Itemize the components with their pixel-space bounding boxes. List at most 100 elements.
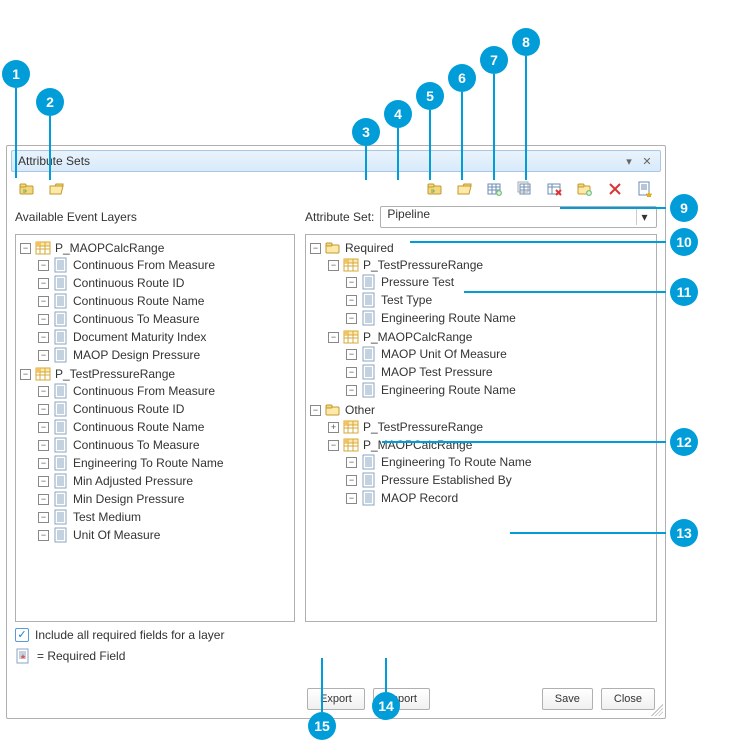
layer-icon (343, 329, 359, 345)
expander-icon[interactable] (328, 260, 339, 271)
tree-node[interactable]: MAOP Test Pressure (346, 364, 654, 380)
expander-icon[interactable] (328, 332, 339, 343)
expander-icon[interactable] (20, 369, 31, 380)
tree-node[interactable]: P_TestPressureRange (328, 419, 654, 435)
tree-label: Engineering Route Name (381, 311, 516, 325)
new-folder-button[interactable] (573, 178, 597, 200)
expander-icon[interactable] (346, 475, 357, 486)
expander-icon[interactable] (346, 313, 357, 324)
expander-icon[interactable] (38, 260, 49, 271)
tree-node[interactable]: Engineering Route Name (346, 382, 654, 398)
expander-icon[interactable] (38, 422, 49, 433)
tree-node[interactable]: MAOP Unit Of Measure (346, 346, 654, 362)
tree-node[interactable]: Unit Of Measure (38, 527, 292, 543)
required-fields-info-button[interactable] (633, 178, 657, 200)
tree-node[interactable]: MAOP Design Pressure (38, 347, 292, 363)
tree-node[interactable]: Other (310, 402, 654, 418)
expander-icon[interactable] (328, 422, 339, 433)
tree-node[interactable]: Pressure Test (346, 274, 654, 290)
tree-node[interactable]: Continuous To Measure (38, 311, 292, 327)
expander-icon[interactable] (346, 295, 357, 306)
tree-node[interactable]: Test Medium (38, 509, 292, 525)
expander-icon[interactable] (328, 440, 339, 451)
expander-icon[interactable] (38, 314, 49, 325)
expander-icon[interactable] (38, 278, 49, 289)
tree-node[interactable]: P_MAOPCalcRange (20, 240, 292, 256)
expand-all-right-button[interactable] (423, 178, 447, 200)
expander-icon[interactable] (38, 494, 49, 505)
expander-icon[interactable] (38, 512, 49, 523)
import-button[interactable]: Import (373, 688, 430, 710)
tree-node[interactable]: Continuous From Measure (38, 257, 292, 273)
tree-node[interactable]: Continuous Route ID (38, 275, 292, 291)
expander-icon[interactable] (38, 440, 49, 451)
field-icon (53, 509, 69, 525)
tree-node[interactable]: P_MAOPCalcRange (328, 437, 654, 453)
tree-label: P_MAOPCalcRange (363, 438, 472, 452)
expander-icon[interactable] (38, 296, 49, 307)
expander-icon[interactable] (346, 367, 357, 378)
field-icon (53, 329, 69, 345)
expander-icon[interactable] (38, 386, 49, 397)
expander-icon[interactable] (346, 493, 357, 504)
include-required-checkbox[interactable] (15, 628, 29, 642)
tree-label: Continuous From Measure (73, 258, 215, 272)
tree-node[interactable]: Test Type (346, 292, 654, 308)
tree-node[interactable]: Pressure Established By (346, 472, 654, 488)
collapse-all-left-button[interactable] (45, 178, 69, 200)
tree-label: Document Maturity Index (73, 330, 206, 344)
tree-node[interactable]: Document Maturity Index (38, 329, 292, 345)
expander-icon[interactable] (310, 405, 321, 416)
field-icon (53, 419, 69, 435)
tree-node[interactable]: Continuous Route ID (38, 401, 292, 417)
layer-icon (35, 240, 51, 256)
tree-node[interactable]: Continuous To Measure (38, 437, 292, 453)
expander-icon[interactable] (346, 349, 357, 360)
tree-node[interactable]: Min Adjusted Pressure (38, 473, 292, 489)
expander-icon[interactable] (346, 457, 357, 468)
expander-icon[interactable] (38, 332, 49, 343)
field-icon (361, 346, 377, 362)
tree-node[interactable]: Engineering To Route Name (38, 455, 292, 471)
collapse-icon[interactable]: ▾ (622, 154, 636, 168)
new-attribute-set-button[interactable] (483, 178, 507, 200)
expander-icon[interactable] (346, 277, 357, 288)
chevron-down-icon: ▾ (636, 209, 652, 225)
expander-icon[interactable] (310, 243, 321, 254)
tree-node[interactable]: Continuous Route Name (38, 419, 292, 435)
close-button[interactable]: Close (601, 688, 655, 710)
remove-button[interactable] (603, 178, 627, 200)
collapse-all-right-button[interactable] (453, 178, 477, 200)
available-layers-panel: P_MAOPCalcRange Continuous From Measure Co… (15, 234, 295, 622)
expander-icon[interactable] (38, 350, 49, 361)
tree-node[interactable]: Required (310, 240, 654, 256)
tree-node[interactable]: Continuous Route Name (38, 293, 292, 309)
field-icon (53, 257, 69, 273)
tree-node[interactable]: Engineering Route Name (346, 310, 654, 326)
expander-icon[interactable] (20, 243, 31, 254)
tree-node[interactable]: MAOP Record (346, 490, 654, 506)
required-field-legend: = Required Field (37, 649, 125, 663)
delete-attribute-set-button[interactable] (543, 178, 567, 200)
tree-node[interactable]: P_TestPressureRange (20, 366, 292, 382)
tree-node[interactable]: Continuous From Measure (38, 383, 292, 399)
tree-node[interactable]: Engineering To Route Name (346, 454, 654, 470)
copy-attribute-set-button[interactable] (513, 178, 537, 200)
save-button[interactable]: Save (542, 688, 593, 710)
tree-label: Unit Of Measure (73, 528, 160, 542)
expander-icon[interactable] (346, 385, 357, 396)
close-icon[interactable]: ✕ (640, 154, 654, 168)
expander-icon[interactable] (38, 404, 49, 415)
tree-node[interactable]: Min Design Pressure (38, 491, 292, 507)
expander-icon[interactable] (38, 458, 49, 469)
resize-gripper[interactable] (651, 704, 663, 716)
field-icon (361, 364, 377, 380)
tree-label: MAOP Test Pressure (381, 365, 493, 379)
tree-node[interactable]: P_TestPressureRange (328, 257, 654, 273)
expander-icon[interactable] (38, 476, 49, 487)
export-button[interactable]: Export (307, 688, 365, 710)
tree-node[interactable]: P_MAOPCalcRange (328, 329, 654, 345)
expand-all-left-button[interactable] (15, 178, 39, 200)
expander-icon[interactable] (38, 530, 49, 541)
attribute-set-select[interactable]: Pipeline ▾ (380, 206, 657, 228)
